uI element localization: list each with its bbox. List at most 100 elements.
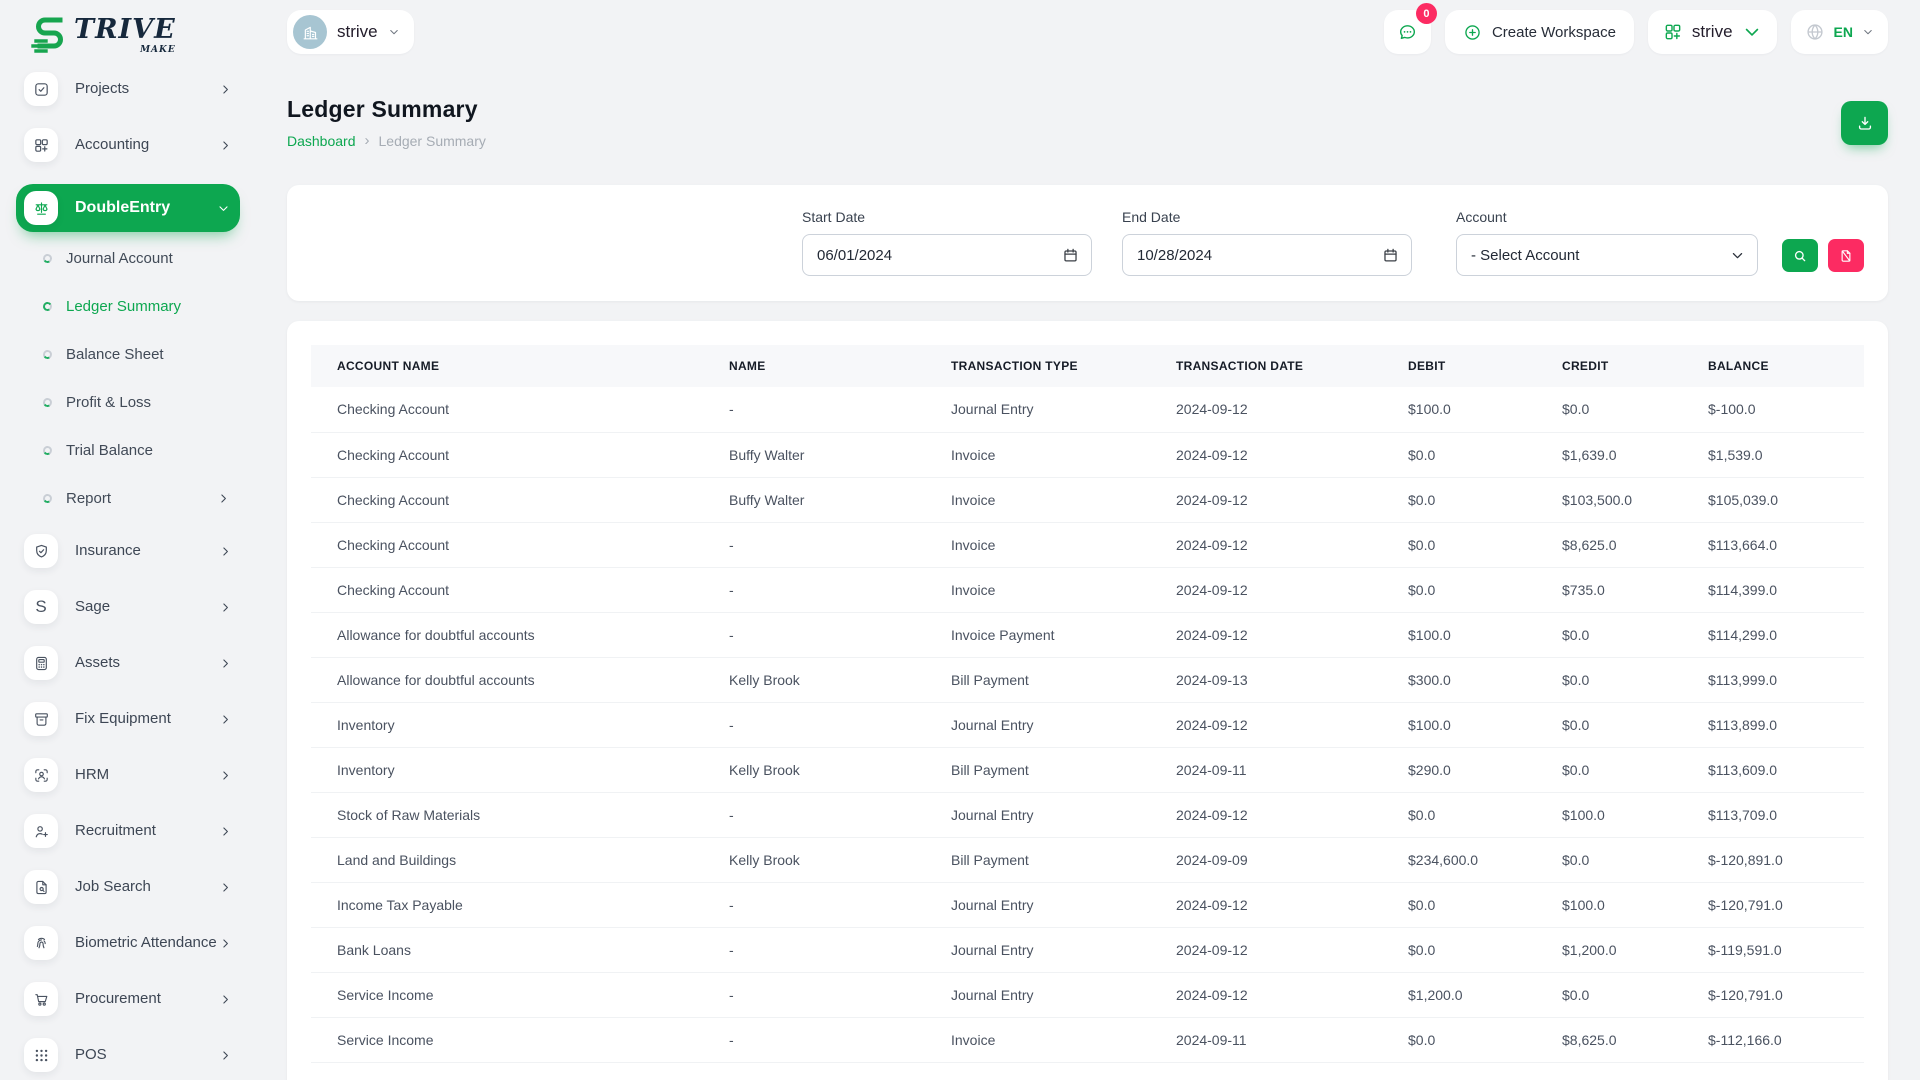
table-cell: $0.0	[1382, 1017, 1536, 1063]
sidebar-item-job-search[interactable]: Job Search	[16, 870, 240, 904]
cart-icon	[24, 982, 58, 1016]
account-select[interactable]: - Select Account	[1456, 234, 1758, 276]
table-cell: $-100.0	[1682, 387, 1864, 433]
topbar-actions: 0 Create Workspace strive EN	[1383, 3, 1888, 54]
breadcrumb-dashboard-link[interactable]: Dashboard	[287, 133, 356, 149]
table-cell: -	[703, 972, 925, 1018]
table-cell: Service Income	[311, 1017, 703, 1063]
table-row: Allowance for doubtful accounts Kelly Bro…	[311, 657, 1864, 703]
table-cell: $103,500.0	[1536, 477, 1682, 523]
table-cell: $8,625.0	[1536, 1017, 1682, 1063]
table-cell: Land and Buildings	[311, 837, 703, 883]
table-cell: $0.0	[1382, 432, 1536, 478]
column-header-name[interactable]: NAME	[703, 345, 925, 387]
table-cell: $114,399.0	[1682, 567, 1864, 613]
archive-icon	[24, 702, 58, 736]
table-cell: 2024-09-12	[1150, 612, 1382, 658]
sidebar-item-insurance[interactable]: Insurance	[16, 534, 240, 568]
chevron-down-icon	[1730, 248, 1745, 263]
sidebar-subitem-ledger-summary[interactable]: Ledger Summary	[16, 294, 240, 318]
sidebar-item-assets[interactable]: Assets	[16, 646, 240, 680]
table-cell: $0.0	[1536, 612, 1682, 658]
table-cell: $0.0	[1536, 972, 1682, 1018]
column-header-transaction-type[interactable]: TRANSACTION TYPE	[925, 345, 1150, 387]
sidebar-item-hrm[interactable]: HRM	[16, 758, 240, 792]
shield-check-icon	[24, 534, 58, 568]
calendar-icon[interactable]	[1062, 247, 1079, 264]
grid-plus-icon	[24, 128, 58, 162]
sidebar-item-projects[interactable]: Projects	[16, 72, 240, 106]
sidebar-item-pos[interactable]: POS	[16, 1038, 240, 1072]
table-row: Checking Account Buffy Walter Invoice 2024-…	[311, 477, 1864, 523]
circle-icon	[42, 348, 53, 360]
table-cell: $0.0	[1536, 747, 1682, 793]
sidebar-item-biometric-attendance[interactable]: Biometric Attendance	[16, 926, 240, 960]
chevron-down-icon	[1742, 22, 1762, 42]
sidebar-subitem-trial-balance[interactable]: Trial Balance	[16, 438, 240, 462]
table-cell: $100.0	[1382, 612, 1536, 658]
sidebar-subitem-balance-sheet[interactable]: Balance Sheet	[16, 342, 240, 366]
sidebar-item-sage[interactable]: S Sage	[16, 590, 240, 624]
workspace-switcher[interactable]: strive	[1647, 10, 1777, 54]
app-root: TRIVE MAKE Projects Accounting DoubleEntry…	[0, 0, 1920, 1080]
clear-filter-button[interactable]	[1828, 239, 1864, 272]
sidebar: TRIVE MAKE Projects Accounting DoubleEntry…	[0, 0, 256, 1080]
end-date-input[interactable]: 10/28/2024	[1122, 234, 1412, 276]
table-cell: Checking Account	[311, 387, 703, 433]
table-cell: 2024-09-12	[1150, 477, 1382, 523]
circle-icon	[42, 444, 53, 456]
circle-icon	[42, 492, 53, 504]
table-cell: Journal Entry	[925, 882, 1150, 928]
workspace-selector[interactable]: strive	[287, 10, 414, 54]
column-header-transaction-date[interactable]: TRANSACTION DATE	[1150, 345, 1382, 387]
table-cell: Journal Entry	[925, 702, 1150, 748]
table-row: Checking Account - Invoice 2024-09-12 $0.0 $7…	[311, 567, 1864, 613]
table-cell: Kelly Brook	[703, 837, 925, 883]
sidebar-item-recruitment[interactable]: Recruitment	[16, 814, 240, 848]
download-button[interactable]	[1841, 100, 1888, 145]
brand-logo[interactable]: TRIVE MAKE	[16, 10, 240, 72]
sidebar-item-fix-equipment[interactable]: Fix Equipment	[16, 702, 240, 736]
account-select-value: - Select Account	[1471, 246, 1580, 264]
column-header-debit[interactable]: DEBIT	[1382, 345, 1536, 387]
main-area: strive 0 Create Workspace strive EN Ledg…	[256, 0, 1920, 1080]
sidebar-subitem-profit-loss[interactable]: Profit & Loss	[16, 390, 240, 414]
table-cell: Invoice	[925, 477, 1150, 523]
sidebar-subitem-journal-account[interactable]: Journal Account	[16, 246, 240, 270]
fingerprint-icon	[24, 926, 58, 960]
table-cell: $1,539.0	[1682, 432, 1864, 478]
checkbox-icon	[24, 72, 58, 106]
sidebar-item-accounting[interactable]: Accounting	[16, 128, 240, 162]
table-cell: -	[703, 612, 925, 658]
table-cell: $113,899.0	[1682, 702, 1864, 748]
sidebar-item-label: Procurement	[75, 989, 161, 1007]
language-selector[interactable]: EN	[1790, 10, 1888, 54]
start-date-input[interactable]: 06/01/2024	[802, 234, 1092, 276]
sidebar-item-doubleentry[interactable]: DoubleEntry	[16, 184, 240, 232]
table-cell: $-112,166.0	[1682, 1017, 1864, 1063]
create-workspace-button[interactable]: Create Workspace	[1444, 10, 1634, 54]
table-cell: Buffy Walter	[703, 432, 925, 478]
apply-filter-button[interactable]	[1782, 239, 1818, 272]
table-cell: 2024-09-12	[1150, 972, 1382, 1018]
calendar-icon[interactable]	[1382, 247, 1399, 264]
sidebar-subitem-report[interactable]: Report	[16, 486, 240, 510]
table-cell: $113,609.0	[1682, 747, 1864, 793]
scales-icon	[24, 191, 58, 225]
table-cell: Allowance for doubtful accounts	[311, 612, 703, 658]
table-cell: $-119,591.0	[1682, 927, 1864, 973]
user-scan-icon	[24, 758, 58, 792]
table-cell: Invoice	[925, 432, 1150, 478]
chevron-right-icon	[217, 492, 230, 505]
table-cell: $1,200.0	[1536, 927, 1682, 973]
sidebar-item-label: Recruitment	[75, 821, 156, 839]
sidebar-item-procurement[interactable]: Procurement	[16, 982, 240, 1016]
plus-circle-icon	[1463, 23, 1482, 42]
table-cell: $0.0	[1382, 567, 1536, 613]
column-header-credit[interactable]: CREDIT	[1536, 345, 1682, 387]
messages-button[interactable]: 0	[1383, 3, 1437, 54]
table-cell: $-120,791.0	[1682, 882, 1864, 928]
column-header-balance[interactable]: BALANCE	[1682, 345, 1864, 387]
table-cell: 2024-09-12	[1150, 792, 1382, 838]
column-header-account-name[interactable]: ACCOUNT NAME	[311, 345, 703, 387]
